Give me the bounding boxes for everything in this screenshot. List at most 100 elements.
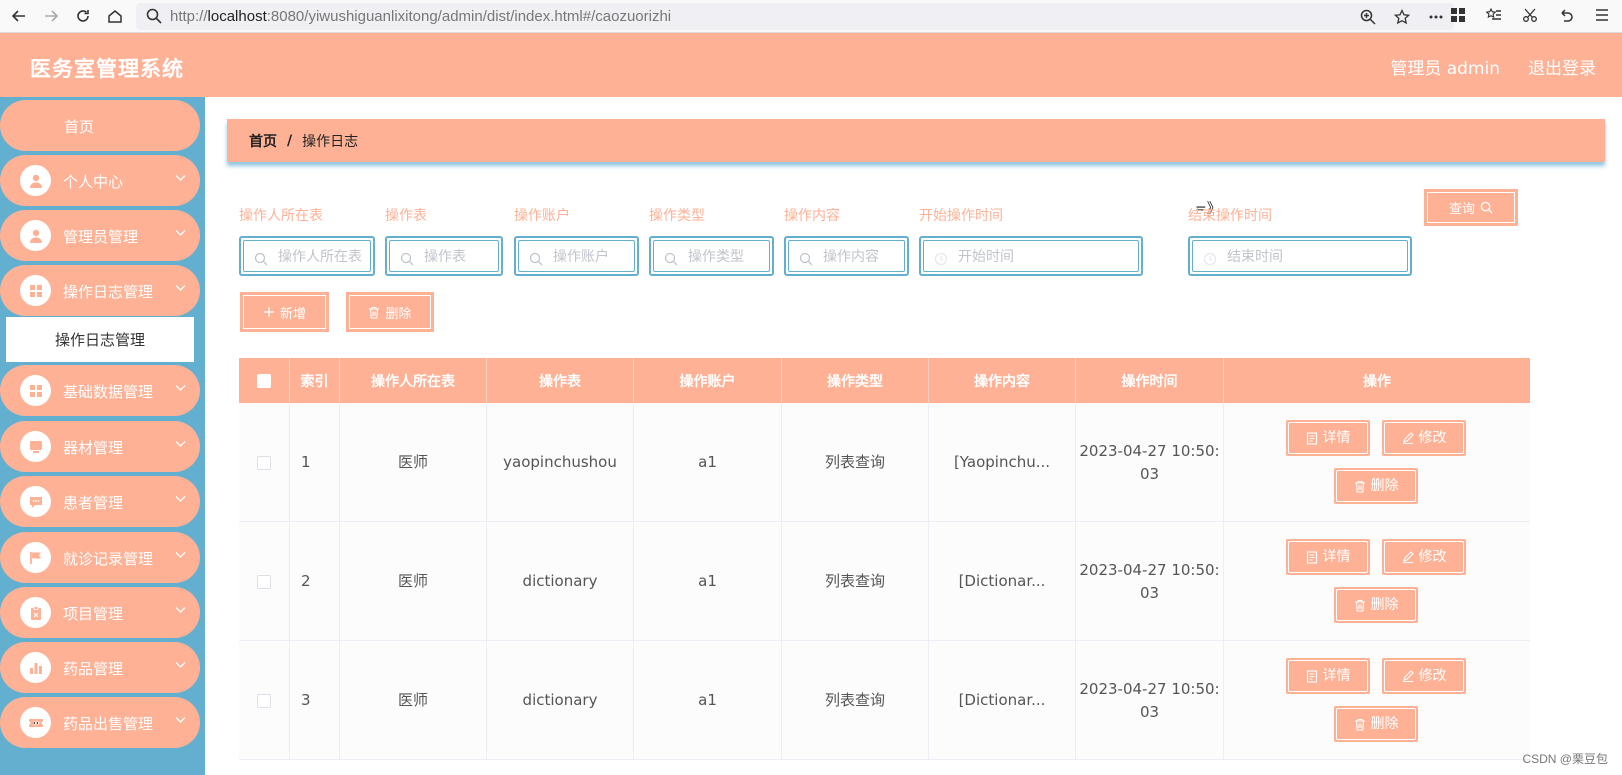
sidebar-item-patients[interactable]: 患者管理 xyxy=(0,476,200,527)
current-user: 管理员 admin xyxy=(1390,59,1500,79)
sidebar-item-equipment[interactable]: 器材管理 xyxy=(0,421,200,472)
header-time[interactable]: 操作时间 xyxy=(1076,358,1224,403)
scissors-icon[interactable] xyxy=(1520,5,1540,25)
sidebar-item-visit-records[interactable]: 就诊记录管理 xyxy=(0,532,200,583)
header-content[interactable]: 操作内容 xyxy=(929,358,1076,403)
breadcrumb-home[interactable]: 首页 xyxy=(249,131,277,151)
sidebar-item-label: 就诊记录管理 xyxy=(63,550,154,568)
edit-button[interactable]: 修改 xyxy=(1382,658,1466,694)
filter-label-content: 操作内容 xyxy=(784,208,840,224)
delete-button[interactable]: 删除 xyxy=(1334,706,1418,742)
cell-type: 列表查询 xyxy=(782,403,929,522)
sidebar: 首页 个人中心 管理员管理 操作日志管理 操作日志管理 基础数据管理 器材管理 … xyxy=(0,97,205,775)
zoom-icon[interactable] xyxy=(1358,7,1378,27)
trash-icon xyxy=(369,306,380,319)
row-checkbox[interactable] xyxy=(257,455,271,470)
plus-icon xyxy=(263,307,274,317)
undo-icon[interactable] xyxy=(1556,5,1576,25)
cell-content: [Yaopinchu... xyxy=(929,403,1076,522)
cell-user-table: 医师 xyxy=(340,641,487,760)
type-input[interactable]: 操作类型 xyxy=(649,236,774,276)
reload-button[interactable] xyxy=(70,3,96,29)
document-icon xyxy=(1306,550,1317,564)
apps-grid-icon[interactable] xyxy=(1448,5,1468,25)
clipboard-icon xyxy=(20,597,51,628)
sidebar-item-admin[interactable]: 管理员管理 xyxy=(0,210,200,261)
user-icon xyxy=(20,165,51,196)
more-icon[interactable] xyxy=(1426,7,1446,27)
search-icon xyxy=(1480,201,1493,214)
document-icon xyxy=(1306,431,1317,445)
filter-label-user-table: 操作人所在表 xyxy=(239,208,323,224)
cell-time-line1: 2023-04-27 10:50: xyxy=(1079,560,1220,579)
header-user-table[interactable]: 操作人所在表 xyxy=(340,358,487,403)
edit-button[interactable]: 修改 xyxy=(1382,420,1466,456)
delete-button[interactable]: 删除 xyxy=(1334,468,1418,504)
cell-user-table: 医师 xyxy=(340,403,487,522)
account-input[interactable]: 操作账户 xyxy=(514,236,639,276)
sidebar-item-label: 器材管理 xyxy=(63,439,124,457)
content-input[interactable]: 操作内容 xyxy=(784,236,909,276)
flag-icon xyxy=(20,542,51,573)
sidebar-item-base-data[interactable]: 基础数据管理 xyxy=(0,365,200,416)
sidebar-item-profile[interactable]: 个人中心 xyxy=(0,155,200,206)
chevron-down-icon xyxy=(175,282,186,295)
user-table-input[interactable]: 操作人所在表 xyxy=(239,236,375,276)
submenu-item-operation-log[interactable]: 操作日志管理 xyxy=(6,317,194,362)
forward-button[interactable] xyxy=(38,3,64,29)
header-account[interactable]: 操作账户 xyxy=(634,358,782,403)
favorites-list-icon[interactable] xyxy=(1484,5,1504,25)
table-row: 3 医师 dictionary a1 列表查询 [Dictionar... 20… xyxy=(239,641,1530,760)
detail-button[interactable]: 详情 xyxy=(1286,539,1370,575)
address-bar[interactable]: http://localhost:8080/yiwushiguanlixiton… xyxy=(136,3,1454,30)
cell-content: [Dictionar... xyxy=(929,641,1076,760)
reload-icon xyxy=(77,10,89,22)
menu-icon[interactable] xyxy=(1592,5,1612,25)
star-icon[interactable] xyxy=(1392,7,1412,27)
chevron-down-icon xyxy=(175,227,186,240)
url-host: localhost xyxy=(207,8,267,25)
add-button[interactable]: 新增 xyxy=(240,292,329,332)
monitor-icon xyxy=(20,431,51,462)
op-table-input[interactable]: 操作表 xyxy=(385,236,503,276)
query-button[interactable]: 查询 xyxy=(1424,189,1518,226)
filter-label-op-table: 操作表 xyxy=(385,208,427,224)
sidebar-item-home[interactable]: 首页 xyxy=(0,100,200,151)
cell-time-line2: 03 xyxy=(1139,702,1160,721)
select-all-checkbox[interactable] xyxy=(257,373,271,388)
sidebar-item-label: 基础数据管理 xyxy=(63,383,154,401)
chevron-down-icon xyxy=(175,549,186,562)
cell-time-line1: 2023-04-27 10:50: xyxy=(1079,441,1220,460)
edit-button[interactable]: 修改 xyxy=(1382,539,1466,575)
input-placeholder: 开始时间 xyxy=(958,249,1014,265)
cell-index: 2 xyxy=(290,522,340,641)
input-placeholder: 操作账户 xyxy=(553,249,609,265)
header-op-table[interactable]: 操作表 xyxy=(487,358,634,403)
logout-link[interactable]: 退出登录 xyxy=(1528,54,1596,79)
input-placeholder: 操作内容 xyxy=(823,249,879,265)
header-type[interactable]: 操作类型 xyxy=(782,358,929,403)
end-time-input[interactable]: 结束时间 xyxy=(1188,236,1412,276)
back-button[interactable] xyxy=(6,3,32,29)
input-placeholder: 操作类型 xyxy=(688,249,744,265)
main-content: 首页 / 操作日志 操作人所在表 操作表 操作账户 操作类型 操作内容 开始操作… xyxy=(205,97,1622,775)
chat-icon xyxy=(20,486,51,517)
cell-time-line2: 03 xyxy=(1139,583,1160,602)
detail-button[interactable]: 详情 xyxy=(1286,420,1370,456)
sidebar-item-label: 首页 xyxy=(64,118,95,136)
detail-button[interactable]: 详情 xyxy=(1286,658,1370,694)
home-button[interactable] xyxy=(102,3,128,29)
bulk-delete-button[interactable]: 删除 xyxy=(346,292,434,332)
sidebar-item-operation-log[interactable]: 操作日志管理 xyxy=(0,265,200,316)
row-checkbox[interactable] xyxy=(257,693,271,708)
delete-button[interactable]: 删除 xyxy=(1334,587,1418,623)
sidebar-item-medicine[interactable]: 药品管理 xyxy=(0,642,200,693)
sidebar-item-medicine-sales[interactable]: 药品出售管理 xyxy=(0,697,200,748)
row-checkbox[interactable] xyxy=(257,574,271,589)
clock-icon xyxy=(1203,252,1217,266)
search-icon xyxy=(799,252,813,266)
address-bar-actions xyxy=(1358,7,1446,27)
sidebar-item-projects[interactable]: 项目管理 xyxy=(0,587,200,638)
start-time-input[interactable]: 开始时间 xyxy=(919,236,1143,276)
header-index[interactable]: 索引 xyxy=(290,358,340,403)
